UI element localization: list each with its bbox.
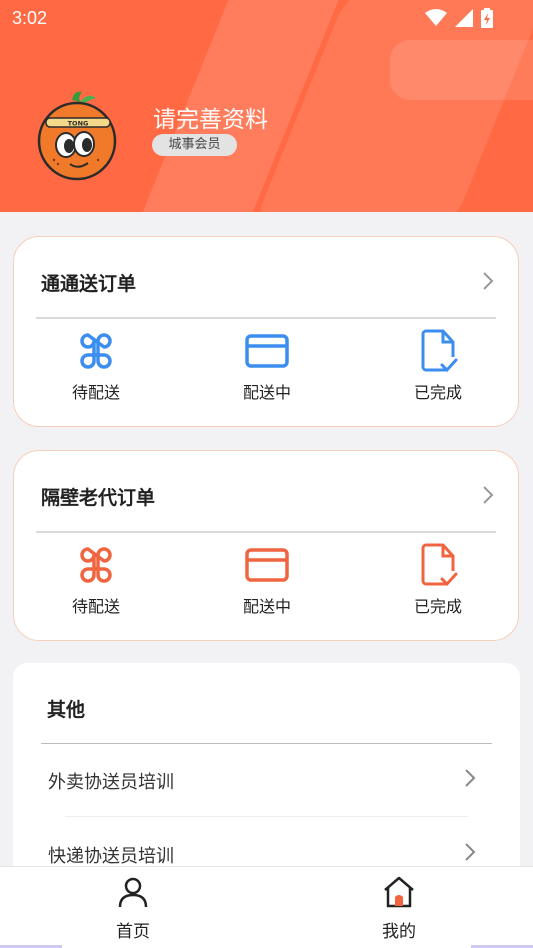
card-title[interactable]: 通通送订单	[41, 269, 136, 296]
profile-header: 3:02 TONG 请完善资料 城事会员	[0, 0, 533, 212]
order-card-gebi: 隔壁老代订单 待配送 配送中 已完成	[13, 450, 519, 641]
order-status-label: 已完成	[413, 597, 462, 616]
document-check-icon	[421, 329, 458, 373]
signal-icon	[455, 9, 473, 27]
list-item-delivery-training[interactable]: 外卖协送员培训	[13, 744, 520, 818]
wifi-icon	[425, 9, 447, 26]
order-card-tongtong: 通通送订单 待配送 配送中 已完成	[13, 236, 519, 427]
status-bar: 3:02	[0, 0, 533, 36]
order-status-pending[interactable]: 待配送	[36, 543, 156, 617]
profile-name[interactable]: 请完善资料	[153, 100, 268, 134]
status-time: 3:02	[12, 8, 48, 28]
house-icon	[384, 876, 414, 908]
person-icon	[118, 877, 148, 908]
order-status-pending[interactable]: 待配送	[36, 329, 156, 403]
order-status-delivering[interactable]: 配送中	[207, 543, 327, 617]
row-divider	[65, 816, 468, 817]
card-title[interactable]: 隔壁老代订单	[41, 483, 155, 510]
chevron-right-icon[interactable]	[482, 271, 494, 291]
order-status-completed[interactable]: 已完成	[378, 329, 498, 403]
order-status-label: 配送中	[242, 597, 291, 616]
avatar-mark: TONG	[68, 120, 89, 128]
tab-bar: 首页 我的	[0, 866, 533, 948]
tab-home[interactable]: 首页	[93, 875, 173, 942]
list-item-label: 快递协送员培训	[48, 846, 174, 867]
order-status-label: 待配送	[71, 597, 120, 616]
member-badge: 城事会员	[152, 134, 237, 156]
battery-icon	[481, 8, 493, 28]
order-status-completed[interactable]: 已完成	[378, 543, 498, 617]
order-status-delivering[interactable]: 配送中	[207, 329, 327, 403]
tab-label: 首页	[116, 922, 150, 942]
status-icons	[425, 8, 493, 28]
card-divider	[36, 317, 496, 319]
card-icon	[245, 548, 289, 582]
other-section: 其他 外卖协送员培训 快递协送员培训	[13, 663, 520, 893]
order-status-label: 待配送	[71, 383, 120, 402]
command-icon	[80, 547, 112, 583]
list-item-label: 外卖协送员培训	[48, 772, 174, 793]
section-title: 其他	[47, 699, 86, 721]
order-status-label: 已完成	[413, 383, 462, 402]
command-icon	[80, 333, 112, 369]
order-status-label: 配送中	[242, 383, 291, 402]
document-check-icon	[421, 543, 458, 587]
header-decoration	[390, 40, 533, 100]
avatar[interactable]: TONG	[34, 86, 124, 182]
chevron-right-icon	[465, 769, 476, 787]
card-divider	[36, 531, 496, 533]
card-icon	[245, 334, 289, 368]
tab-mine[interactable]: 我的	[359, 875, 439, 942]
chevron-right-icon	[465, 843, 476, 861]
tab-label: 我的	[382, 922, 416, 942]
chevron-right-icon[interactable]	[482, 485, 494, 505]
